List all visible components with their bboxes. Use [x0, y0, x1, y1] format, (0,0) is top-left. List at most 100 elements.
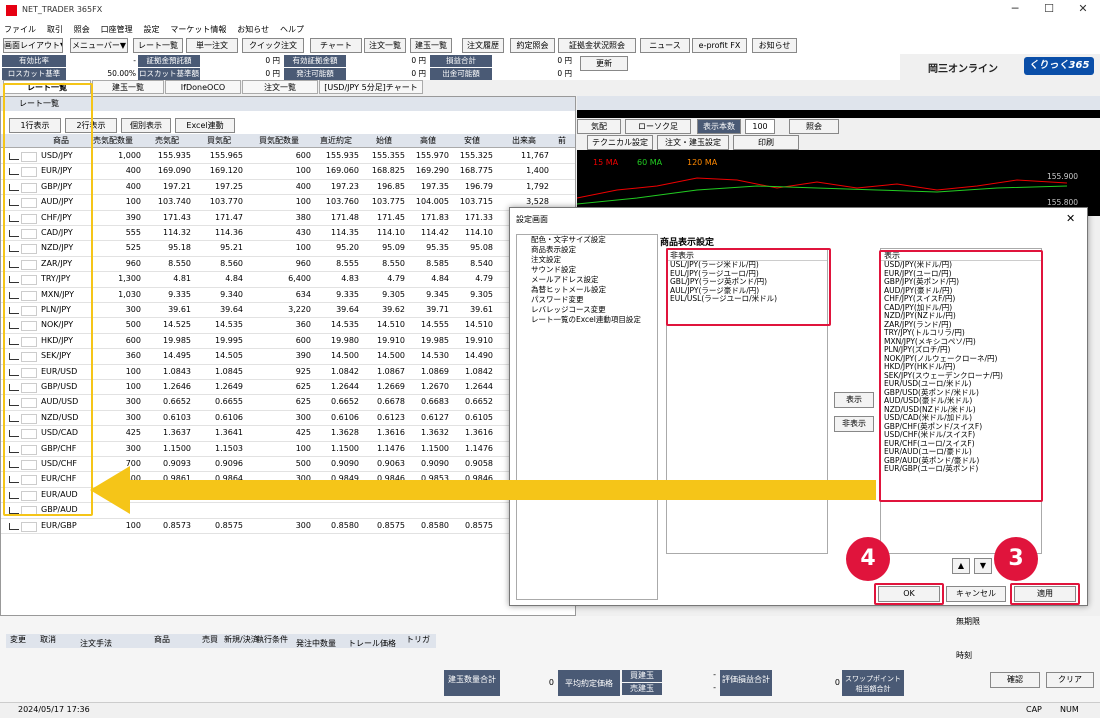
dialog-title: 設定画面 [516, 215, 548, 224]
cancel-button[interactable]: キャンセル [946, 586, 1006, 602]
menu-settings[interactable]: 設定 [140, 22, 164, 37]
bars-input[interactable]: 100 [745, 119, 775, 134]
tree-excel[interactable]: レート一覧のExcel連動項目設定 [517, 315, 657, 325]
rate-cell: 11,767 [521, 151, 549, 160]
rate-cell: 360 [125, 351, 141, 361]
maximize-button[interactable]: ☐ [1034, 2, 1064, 20]
tab-ifdoneoco[interactable]: IfDoneOCO [165, 80, 241, 94]
minimize-button[interactable]: ─ [1000, 2, 1030, 20]
rate-cell: 171.33 [465, 212, 493, 222]
menu-notice[interactable]: お知らせ [233, 22, 273, 37]
execution-button[interactable]: 約定照会 [510, 38, 555, 53]
single-order-button[interactable]: 単一注文 [186, 38, 238, 53]
rate-cell: 19.985 [163, 335, 191, 345]
chart-toolbar: 気配 ローソク足 表示本数 100 照会 テクニカル設定 注文・建玉設定 印刷 [577, 118, 1100, 150]
menu-account[interactable]: 口座管理 [97, 22, 137, 37]
price-label-2: 155.800 [1047, 198, 1079, 207]
show-button[interactable]: 表示 [834, 392, 874, 408]
menu-inquiry[interactable]: 照会 [70, 22, 94, 37]
col-pending-qty: 発注中数量 [296, 639, 336, 648]
order-position-settings-button[interactable]: 注文・建玉設定 [657, 135, 729, 150]
step-4-badge: 4 [846, 537, 890, 581]
rate-cell: 625 [295, 397, 311, 407]
col-new-close: 新規/決済 [224, 635, 259, 644]
quick-order-button[interactable]: クイック注文 [242, 38, 304, 53]
tree-product-display[interactable]: 商品表示設定 [517, 245, 657, 255]
news-button[interactable]: ニュース [640, 38, 690, 53]
settings-tree: 配色・文字サイズ設定 商品表示設定 注文設定 サウンド設定 メールアドレス設定 … [516, 234, 658, 600]
tree-hit-mail[interactable]: 為替ヒットメール設定 [517, 285, 657, 295]
excel-link-button[interactable]: Excel連動 [175, 118, 235, 133]
menu-market[interactable]: マーケット情報 [166, 22, 230, 37]
rate-cell: 0.6106 [215, 412, 243, 422]
move-up-button[interactable]: ▲ [952, 558, 970, 574]
rate-cell: 1.2669 [377, 382, 405, 391]
col-open: 始値 [376, 136, 392, 145]
rate-row[interactable]: EUR/GBP 100 0.8573 0.8575 300 0.8580 0.8575 0.8… [1, 519, 575, 534]
quote-select[interactable]: 気配 [577, 119, 621, 134]
clear-button[interactable]: クリア [1046, 672, 1094, 688]
position-list-button[interactable]: 建玉一覧 [410, 38, 452, 53]
tab-chart[interactable]: [USD/JPY 5分足]チャート [319, 80, 423, 94]
inquiry-button[interactable]: 照会 [789, 119, 839, 134]
tab-orders[interactable]: 注文一覧 [242, 80, 318, 94]
order-history-button[interactable]: 注文履歴 [462, 38, 504, 53]
print-button[interactable]: 印刷 [733, 135, 799, 150]
rate-cell: 171.83 [421, 212, 449, 222]
hide-button[interactable]: 非表示 [834, 416, 874, 432]
eprofit-button[interactable]: e-profit FX [692, 38, 747, 53]
rate-cell: 1.1500 [421, 443, 449, 453]
rate-cell: 114.10 [377, 228, 405, 237]
rate-cell: 1.3641 [215, 428, 243, 438]
rate-cell: 103.740 [157, 197, 191, 207]
layout-button[interactable]: 画面レイアウト▼ [3, 38, 63, 53]
menubar-button[interactable]: メニューバー▼ [70, 38, 128, 53]
rate-cell: 300 [125, 412, 141, 422]
update-button[interactable]: 更新 [580, 56, 628, 71]
col-bid: 売気配 [155, 136, 179, 145]
notice-button[interactable]: お知らせ [752, 38, 797, 53]
rate-cell: 4.79 [387, 274, 405, 284]
move-down-button[interactable]: ▼ [974, 558, 992, 574]
order-list-button[interactable]: 注文一覧 [364, 38, 406, 53]
rate-cell: 95.09 [382, 243, 405, 253]
tree-color[interactable]: 配色・文字サイズ設定 [517, 235, 657, 245]
rate-cell: 300 [125, 397, 141, 407]
tree-email[interactable]: メールアドレス設定 [517, 275, 657, 285]
tree-password[interactable]: パスワード変更 [517, 295, 657, 305]
menu-bar: ファイル 取引 照会 口座管理 設定 マーケット情報 お知らせ ヘルプ [0, 22, 1100, 37]
chart-button[interactable]: チャート [310, 38, 362, 53]
tab-positions[interactable]: 建玉一覧 [92, 80, 164, 94]
rate-list-button[interactable]: レート一覧 [133, 38, 183, 53]
dialog-close-icon[interactable]: ✕ [1066, 212, 1075, 225]
rate-cell: 103.770 [209, 197, 243, 207]
rate-cell: 39.61 [470, 305, 493, 314]
close-window-button[interactable]: ✕ [1068, 2, 1098, 20]
tree-order[interactable]: 注文設定 [517, 255, 657, 265]
rate-cell: 196.85 [377, 181, 405, 191]
rate-cell: 600 [125, 335, 141, 345]
rate-cell: 14.500 [377, 351, 405, 361]
tree-sound[interactable]: サウンド設定 [517, 265, 657, 275]
rate-cell: 1.1500 [163, 443, 191, 453]
rate-cell: 19.985 [421, 335, 449, 345]
menu-trade[interactable]: 取引 [43, 22, 67, 37]
individual-button[interactable]: 個別表示 [121, 118, 171, 133]
tree-leverage[interactable]: レバレッジコース変更 [517, 305, 657, 315]
rate-cell: 9.305 [382, 289, 405, 299]
rate-cell: 197.21 [163, 181, 191, 191]
menu-file[interactable]: ファイル [0, 22, 40, 37]
rate-cell: 19.995 [215, 335, 243, 345]
no-expiry-radio[interactable]: 無期限 [956, 616, 980, 627]
margin-status-button[interactable]: 証拠金状況照会 [558, 38, 636, 53]
candle-select[interactable]: ローソク足 [625, 119, 691, 134]
rate-cell: 6,400 [288, 274, 311, 284]
confirm-button[interactable]: 確認 [990, 672, 1040, 688]
rate-cell: 155.935 [157, 151, 191, 160]
menu-help[interactable]: ヘルプ [276, 22, 308, 37]
rate-list-highlight [3, 83, 93, 516]
chart-icon[interactable] [9, 522, 19, 530]
step-3-badge: 3 [994, 537, 1038, 581]
technical-settings-button[interactable]: テクニカル設定 [587, 135, 653, 150]
rate-cell: 9.345 [426, 289, 449, 299]
